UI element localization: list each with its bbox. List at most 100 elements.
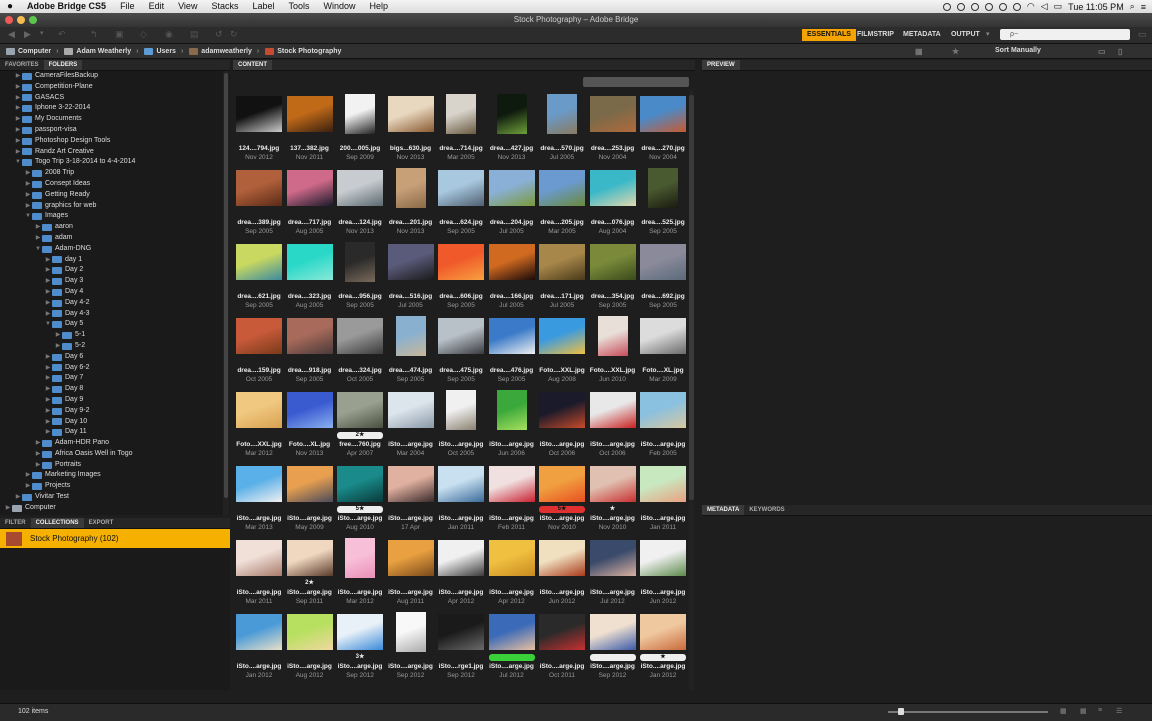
disclosure-collapsed-icon[interactable]: ▶ bbox=[44, 309, 52, 320]
breadcrumb-drive[interactable]: Adam Weatherly bbox=[64, 47, 131, 55]
menu-tools[interactable]: Tools bbox=[282, 0, 317, 13]
folder-tree-item[interactable]: ▼ Adam-DNG bbox=[0, 244, 222, 255]
thumbnail-image[interactable] bbox=[438, 170, 484, 206]
disclosure-expanded-icon[interactable]: ▼ bbox=[24, 211, 32, 222]
thumbnail-image[interactable] bbox=[648, 168, 678, 208]
thumbnail-image[interactable] bbox=[337, 392, 383, 428]
thumbnail-item[interactable]: drea....714.jpg Mar 2005 bbox=[436, 90, 486, 164]
thumbnail-image[interactable] bbox=[236, 318, 282, 354]
disclosure-expanded-icon[interactable]: ▼ bbox=[34, 244, 42, 255]
thumbnail-item[interactable]: drea....205.jpg Mar 2005 bbox=[537, 164, 587, 238]
disclosure-collapsed-icon[interactable]: ▶ bbox=[44, 417, 52, 428]
thumbnail-size-slider[interactable] bbox=[888, 708, 1048, 715]
workspace-output[interactable]: OUTPUT bbox=[946, 29, 985, 41]
thumbnail-item[interactable]: iSto....rge1.jpg Sep 2012 bbox=[436, 608, 486, 682]
disclosure-collapsed-icon[interactable]: ▶ bbox=[44, 373, 52, 384]
thumbnail-item[interactable]: iSto....arge.jpg Jan 2012 bbox=[234, 608, 284, 682]
thumbnail-image[interactable] bbox=[589, 244, 636, 280]
thumbnail-image[interactable] bbox=[438, 540, 484, 576]
thumbnail-item[interactable]: 5★ iSto....arge.jpg Aug 2010 bbox=[335, 460, 385, 534]
thumbnail-item[interactable]: drea....516.jpg Jul 2005 bbox=[386, 238, 436, 312]
thumbnail-item[interactable]: iSto....arge.jpg Aug 2011 bbox=[386, 534, 436, 608]
refine-icon[interactable]: ◇ bbox=[140, 29, 147, 40]
disclosure-collapsed-icon[interactable]: ▶ bbox=[4, 503, 12, 514]
thumbnail-image[interactable] bbox=[488, 466, 535, 502]
thumbnail-item[interactable]: Foto....XL.jpg Nov 2013 bbox=[285, 386, 335, 460]
thumbnail-image[interactable] bbox=[496, 390, 527, 430]
folder-tree-item[interactable]: ▶ Randz Art Creative bbox=[0, 147, 222, 158]
thumbnail-item[interactable]: iSto....arge.jpg Apr 2012 bbox=[436, 534, 486, 608]
disclosure-collapsed-icon[interactable]: ▶ bbox=[14, 82, 22, 93]
thumbnail-image[interactable] bbox=[640, 392, 686, 428]
tab-content[interactable]: CONTENT bbox=[233, 60, 272, 70]
thumbnail-item[interactable]: iSto....arge.jpg Mar 2004 bbox=[386, 386, 436, 460]
thumbnail-item[interactable]: drea....475.jpg Sep 2005 bbox=[436, 312, 486, 386]
disclosure-collapsed-icon[interactable]: ▶ bbox=[14, 125, 22, 136]
folder-tree-item[interactable]: ▶ Day 6-2 bbox=[0, 363, 222, 374]
thumbnail-image[interactable] bbox=[488, 170, 535, 206]
thumbnail-item[interactable]: iSto....arge.jpg Mar 2013 bbox=[234, 460, 284, 534]
workspace-menu-icon[interactable]: ▾ bbox=[986, 30, 990, 38]
thumbnail-image[interactable] bbox=[438, 318, 484, 354]
status-icon[interactable] bbox=[970, 2, 979, 11]
folder-tree-item[interactable]: ▶ passport-visa bbox=[0, 125, 222, 136]
thumbnail-item[interactable]: 124....794.jpg Nov 2012 bbox=[234, 90, 284, 164]
thumbnail-item[interactable]: 137...382.jpg Nov 2011 bbox=[285, 90, 335, 164]
lock-thumbnail-grid-icon[interactable]: ▦ bbox=[1060, 707, 1067, 715]
thumbnail-image[interactable] bbox=[488, 614, 535, 650]
thumbnail-item[interactable]: 5★ iSto....arge.jpg Nov 2010 bbox=[537, 460, 587, 534]
thumbnail-item[interactable]: drea....621.jpg Sep 2005 bbox=[234, 238, 284, 312]
thumbnail-item[interactable]: drea....253.jpg Nov 2004 bbox=[588, 90, 638, 164]
rating-badge[interactable]: 3★ bbox=[337, 654, 383, 661]
disclosure-collapsed-icon[interactable]: ▶ bbox=[24, 179, 32, 190]
menu-label[interactable]: Label bbox=[245, 0, 281, 13]
disclosure-collapsed-icon[interactable]: ▶ bbox=[14, 147, 22, 158]
folder-tree-item[interactable]: ▶ day 1 bbox=[0, 255, 222, 266]
thumbnail-item[interactable]: iSto....arge.jpg Feb 2005 bbox=[638, 386, 688, 460]
thumbnail-item[interactable]: drea....476.jpg Sep 2005 bbox=[487, 312, 537, 386]
thumbnail-item[interactable]: iSto....arge.jpg Jan 2011 bbox=[436, 460, 486, 534]
thumbnail-item[interactable]: iSto....arge.jpg 17 Apr bbox=[386, 460, 436, 534]
rating-badge[interactable]: 2★ bbox=[287, 580, 333, 587]
thumbnail-image[interactable] bbox=[387, 540, 434, 576]
disclosure-collapsed-icon[interactable]: ▶ bbox=[24, 201, 32, 212]
thumbnail-item[interactable]: Foto....XL.jpg Mar 2009 bbox=[638, 312, 688, 386]
thumbnail-item[interactable]: drea....570.jpg Jul 2005 bbox=[537, 90, 587, 164]
disclosure-collapsed-icon[interactable]: ▶ bbox=[14, 136, 22, 147]
reveal-recent-icon[interactable]: ↶ bbox=[58, 29, 66, 40]
new-folder-icon[interactable]: ▭ bbox=[1098, 47, 1106, 56]
tab-folders[interactable]: FOLDERS bbox=[43, 60, 83, 70]
thumbnail-item[interactable]: 3★ iSto....arge.jpg Sep 2012 bbox=[335, 608, 385, 682]
folder-tree-item[interactable]: ▶ 5-1 bbox=[0, 330, 222, 341]
thumbnail-image[interactable] bbox=[496, 94, 527, 134]
menu-stacks[interactable]: Stacks bbox=[204, 0, 245, 13]
disclosure-collapsed-icon[interactable]: ▶ bbox=[14, 114, 22, 125]
folder-tree-item[interactable]: ▶ Day 4 bbox=[0, 287, 222, 298]
disclosure-collapsed-icon[interactable]: ▶ bbox=[14, 492, 22, 503]
breadcrumb-collection[interactable]: Stock Photography bbox=[265, 47, 341, 55]
disclosure-collapsed-icon[interactable]: ▶ bbox=[44, 276, 52, 287]
folder-tree-item[interactable]: ▼ Day 5 bbox=[0, 319, 222, 330]
thumbnail-image[interactable] bbox=[387, 392, 434, 428]
delete-icon[interactable]: ▯ bbox=[1118, 47, 1122, 56]
volume-icon[interactable]: ◁ bbox=[1041, 1, 1048, 12]
breadcrumb-computer[interactable]: Computer bbox=[6, 47, 51, 55]
thumbnail-item[interactable]: ★ iSto....arge.jpg Nov 2010 bbox=[588, 460, 638, 534]
rotate-right-icon[interactable]: ↻ bbox=[230, 29, 238, 40]
collection-item[interactable]: Stock Photography (102) bbox=[0, 529, 230, 548]
folder-tree-item[interactable]: ▶ Day 4-3 bbox=[0, 309, 222, 320]
thumbnail-item[interactable]: iSto....arge.jpg Aug 2012 bbox=[285, 608, 335, 682]
status-icon[interactable] bbox=[942, 2, 951, 11]
folder-tree-item[interactable]: ▼ Togo Trip 3-18-2014 to 4-4-2014 bbox=[0, 157, 222, 168]
thumbnail-image[interactable] bbox=[488, 244, 535, 280]
thumbnail-image[interactable] bbox=[597, 316, 628, 356]
tab-collections[interactable]: COLLECTIONS bbox=[30, 518, 84, 528]
folder-tree-item[interactable]: ▶ Day 11 bbox=[0, 427, 222, 438]
folder-tree-item[interactable]: ▶ Day 3 bbox=[0, 276, 222, 287]
sort-dropdown[interactable]: Sort Manually bbox=[995, 47, 1041, 54]
thumbnail-image[interactable] bbox=[438, 244, 484, 280]
thumbnail-item[interactable]: drea....324.jpg Oct 2005 bbox=[335, 312, 385, 386]
battery-icon[interactable]: ▭ bbox=[1054, 1, 1063, 12]
thumbnail-image[interactable] bbox=[438, 614, 484, 650]
folder-tree-item[interactable]: ▶ Day 9 bbox=[0, 395, 222, 406]
